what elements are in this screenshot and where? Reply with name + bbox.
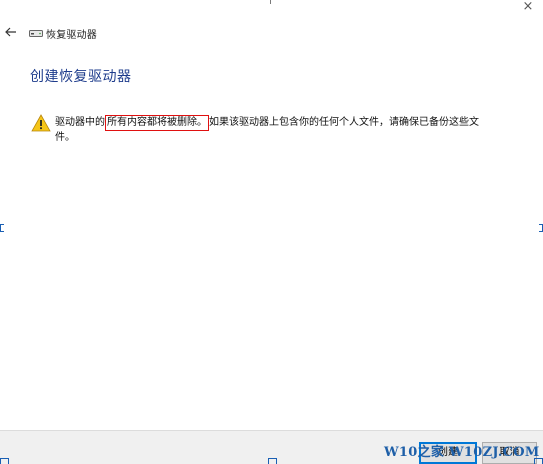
title-bar: × — [0, 0, 543, 20]
drive-icon — [29, 30, 43, 37]
wizard-title: 恢复驱动器 — [46, 29, 97, 41]
warning-text: 驱动器中的 所有内容都将被删除。 如果该驱动器上包含你的任何个人文件，请确保已备份这… — [55, 115, 495, 145]
close-icon[interactable]: × — [523, 0, 534, 14]
bottom-right-marker — [534, 458, 543, 464]
title-bar-resize-mark — [270, 0, 271, 4]
wizard-header: 恢复驱动器 — [29, 25, 97, 41]
close-button[interactable]: × — [513, 0, 543, 18]
bottom-left-marker — [0, 458, 9, 464]
back-arrow-icon[interactable] — [5, 27, 17, 37]
right-edge-marker — [539, 224, 543, 232]
back-button[interactable] — [3, 24, 19, 40]
bottom-center-marker — [268, 458, 277, 464]
page-title: 创建恢复驱动器 — [30, 69, 132, 85]
warning-highlight: 所有内容都将被删除。 — [105, 115, 209, 131]
warning-text-before: 驱动器中的 — [55, 117, 105, 128]
site-watermark: W10之家 W10ZJ.COM — [384, 445, 540, 460]
warning-icon — [31, 114, 51, 132]
recovery-drive-window: × 恢复驱动器 创建恢复驱动器 驱动器中的 所有内容都将被删除。 如果该驱动器上包含… — [0, 0, 543, 464]
left-edge-marker — [0, 224, 4, 232]
